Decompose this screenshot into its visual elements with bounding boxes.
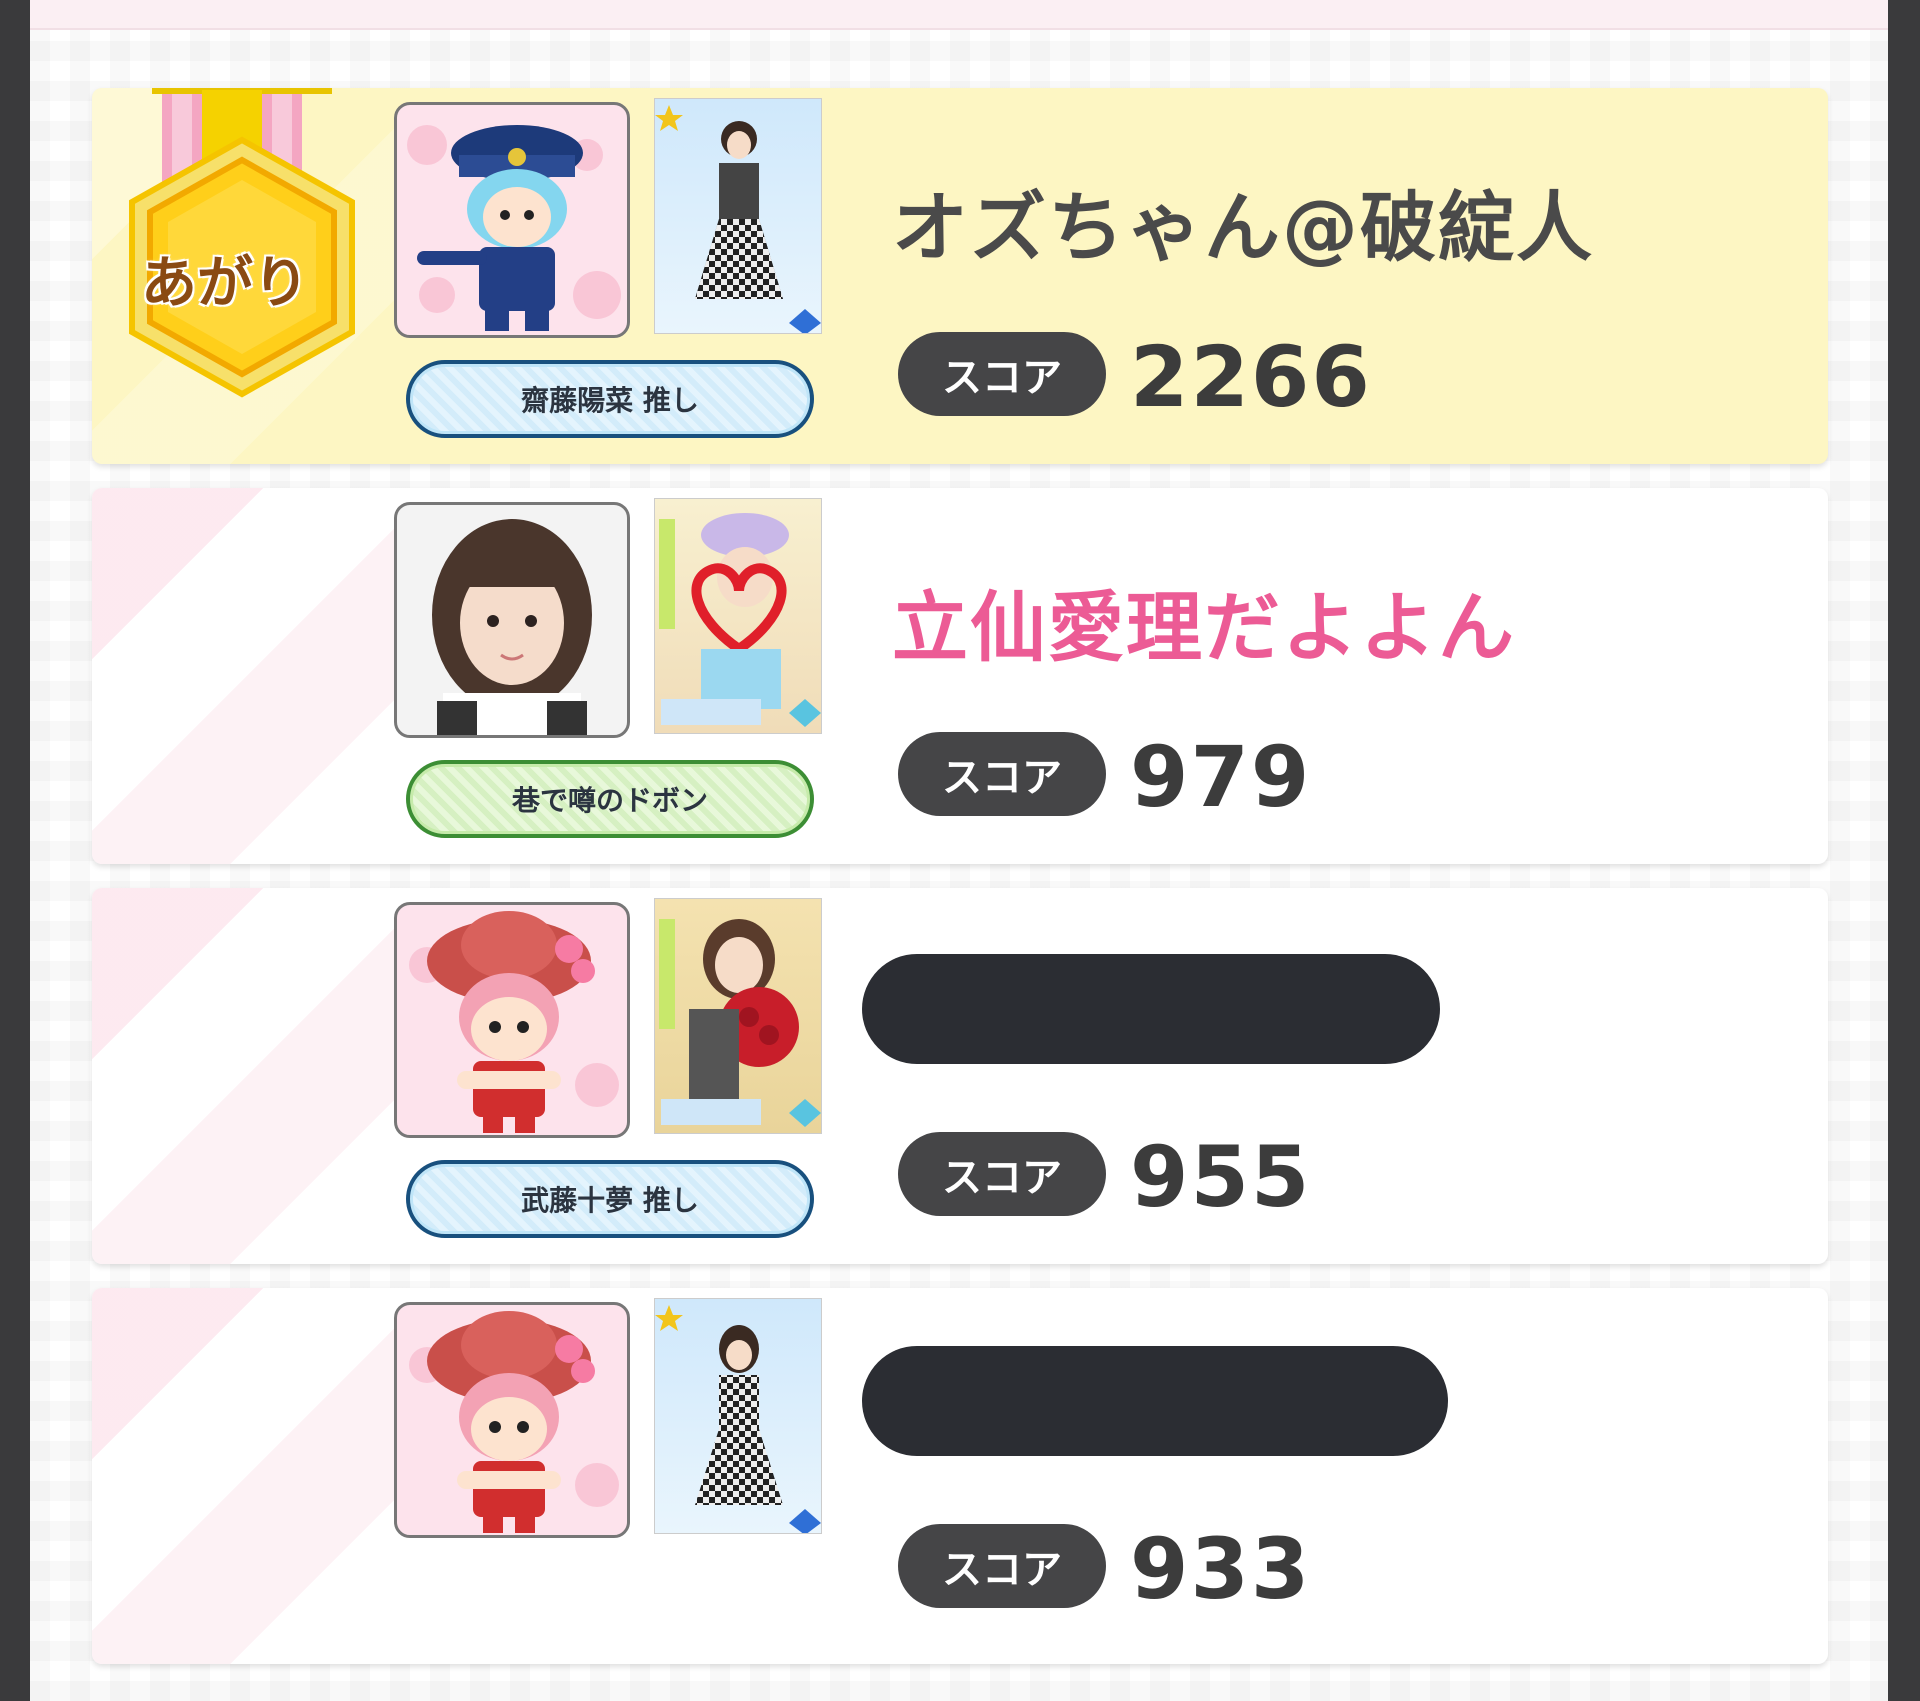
row-decoration — [92, 888, 402, 1264]
top-strip — [30, 0, 1888, 30]
idol-card-image — [659, 919, 821, 1127]
oshi-badge[interactable]: 巷で噂のドボン — [406, 760, 814, 838]
row-decoration — [92, 1288, 402, 1664]
oshi-badge[interactable]: 武藤十夢 推し — [406, 1160, 814, 1238]
score-label: スコア — [898, 332, 1106, 416]
pink-hat-character-icon — [409, 1311, 619, 1533]
score-label: スコア — [898, 1524, 1106, 1608]
player-avatar[interactable] — [394, 902, 630, 1138]
idol-card[interactable] — [654, 98, 822, 334]
blue-character-icon — [407, 125, 621, 331]
idol-card[interactable] — [654, 898, 822, 1134]
player-name: 立仙愛理だよよん — [892, 583, 1516, 672]
score-value: 933 — [1130, 1520, 1312, 1618]
score-value: 979 — [1130, 728, 1312, 826]
row-decoration — [92, 488, 402, 864]
player-avatar[interactable] — [394, 502, 630, 738]
score-value: 955 — [1130, 1128, 1312, 1226]
oshi-badge[interactable]: 齋藤陽菜 推し — [406, 360, 814, 438]
player-row-1[interactable]: あがり 齋藤陽菜 推し オズちゃん@破綻人 スコア 2266 — [92, 88, 1828, 464]
agari-label: あがり — [141, 251, 309, 316]
idol-card-image — [655, 1305, 821, 1533]
player-row-3[interactable]: 武藤十夢 推し スコア 955 — [92, 888, 1828, 1264]
redacted-name — [862, 954, 1440, 1064]
player-row-4[interactable]: スコア 933 — [92, 1288, 1828, 1664]
player-name: オズちゃん@破綻人 — [892, 183, 1594, 272]
player-avatar[interactable] — [394, 1302, 630, 1538]
score-label: スコア — [898, 1132, 1106, 1216]
idol-card[interactable] — [654, 498, 822, 734]
idol-card[interactable] — [654, 1298, 822, 1534]
idol-card-image — [659, 513, 821, 727]
score-value: 2266 — [1130, 328, 1372, 426]
player-avatar[interactable] — [394, 102, 630, 338]
ranking-screen: あがり 齋藤陽菜 推し オズちゃん@破綻人 スコア 2266 巷で噂のドボン 立… — [30, 0, 1888, 1701]
idol-card-image — [655, 105, 821, 333]
score-label: スコア — [898, 732, 1106, 816]
pink-hat-character-icon — [409, 911, 619, 1133]
player-row-2[interactable]: 巷で噂のドボン 立仙愛理だよよん スコア 979 — [92, 488, 1828, 864]
portrait-photo-icon — [432, 519, 592, 735]
redacted-name — [862, 1346, 1448, 1456]
